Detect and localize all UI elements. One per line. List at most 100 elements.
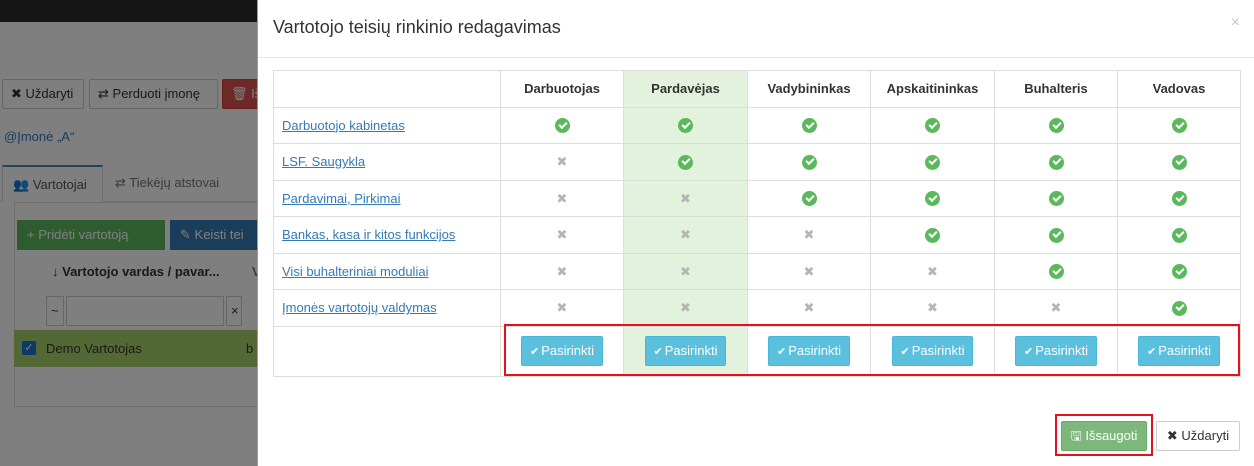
check-circle-icon — [1171, 118, 1187, 134]
check-circle-icon — [554, 118, 570, 134]
permission-cell: ✖ — [500, 179, 624, 217]
permission-cell — [1117, 143, 1241, 181]
permission-cell — [870, 143, 995, 181]
pick-button[interactable]: ✔ Pasirinkti — [521, 336, 603, 366]
column-header: Vadovas — [1117, 70, 1241, 108]
permission-cell — [994, 106, 1118, 144]
module-link[interactable]: LSF. Saugykla — [282, 154, 365, 169]
cancel-button[interactable]: ✖ Uždaryti — [1156, 421, 1240, 451]
permission-cell — [623, 143, 748, 181]
module-name-cell: Bankas, kasa ir kitos funkcijos — [273, 216, 501, 254]
pick-button[interactable]: ✔ Pasirinkti — [1015, 336, 1097, 366]
close-icon[interactable]: × — [1231, 14, 1240, 32]
permission-cell — [1117, 289, 1241, 327]
permission-cell — [870, 216, 995, 254]
permission-cell — [1117, 216, 1241, 254]
permission-cell — [747, 106, 871, 144]
table-row: Darbuotojo kabinetas — [273, 106, 1241, 144]
permission-cell: ✖ — [500, 216, 624, 254]
check-circle-icon — [678, 118, 693, 134]
check-circle-icon — [1171, 264, 1187, 280]
permission-cell — [623, 106, 748, 144]
cross-icon: ✖ — [680, 190, 691, 206]
permission-cell — [1117, 252, 1241, 290]
permission-cell: ✖ — [500, 252, 624, 290]
pick-cell: ✔ Pasirinkti — [500, 325, 624, 377]
header-empty — [273, 70, 501, 108]
column-header: Vadybininkas — [747, 70, 871, 108]
permission-cell: ✖ — [500, 289, 624, 327]
pick-button[interactable]: ✔ Pasirinkti — [891, 336, 974, 366]
check-circle-icon — [925, 227, 940, 243]
pick-button[interactable]: ✔ Pasirinkti — [768, 336, 850, 366]
module-link[interactable]: Bankas, kasa ir kitos funkcijos — [282, 227, 455, 242]
check-icon: ✔ — [530, 346, 540, 358]
pick-label: Pasirinkti — [911, 343, 965, 358]
cross-icon: ✖ — [1050, 300, 1062, 316]
permission-cell: ✖ — [747, 252, 871, 290]
check-circle-icon — [1171, 191, 1187, 207]
module-name-cell: Darbuotojo kabinetas — [273, 106, 501, 144]
column-header: Apskaitininkas — [870, 70, 995, 108]
permission-cell — [994, 143, 1118, 181]
check-circle-icon — [801, 118, 817, 134]
check-circle-icon — [801, 154, 817, 170]
cross-icon: ✖ — [803, 227, 815, 243]
pick-cell: ✔ Pasirinkti — [1117, 325, 1241, 377]
check-circle-icon — [925, 118, 940, 134]
module-link[interactable]: Įmonės vartotojų valdymas — [282, 300, 437, 315]
permission-cell: ✖ — [623, 216, 748, 254]
permission-cell — [1117, 179, 1241, 217]
module-link[interactable]: Pardavimai, Pirkimai — [282, 191, 400, 206]
check-circle-icon — [1048, 118, 1064, 134]
permission-cell: ✖ — [623, 252, 748, 290]
check-circle-icon — [925, 191, 940, 207]
check-circle-icon — [1171, 154, 1187, 170]
module-name-cell: LSF. Saugykla — [273, 143, 501, 181]
permission-cell: ✖ — [623, 179, 748, 217]
cross-icon: ✖ — [680, 263, 691, 279]
cross-icon: ✖ — [556, 263, 568, 279]
permission-cell — [994, 252, 1118, 290]
permission-cell: ✖ — [500, 143, 624, 181]
module-name-cell: Įmonės vartotojų valdymas — [273, 289, 501, 327]
cross-icon: ✖ — [803, 263, 815, 279]
check-circle-icon — [1171, 300, 1187, 316]
permission-cell — [994, 179, 1118, 217]
action-row-empty — [273, 325, 501, 377]
check-circle-icon — [801, 191, 817, 207]
pick-label: Pasirinkti — [788, 343, 841, 358]
check-circle-icon — [925, 154, 940, 170]
module-link[interactable]: Visi buhalteriniai moduliai — [282, 264, 428, 279]
table-row: LSF. Saugykla ✖ — [273, 143, 1241, 181]
module-name-cell: Visi buhalteriniai moduliai — [273, 252, 501, 290]
permissions-table: Darbuotojas Pardavėjas Vadybininkas Apsk… — [273, 70, 1241, 377]
save-button[interactable]: 🖫 Išsaugoti — [1061, 421, 1147, 451]
check-icon: ✔ — [900, 346, 910, 358]
cross-icon: ✖ — [927, 263, 938, 279]
pick-cell: ✔ Pasirinkti — [870, 325, 995, 377]
table-header-row: Darbuotojas Pardavėjas Vadybininkas Apsk… — [273, 70, 1241, 108]
check-circle-icon — [1171, 227, 1187, 243]
pick-cell: ✔ Pasirinkti — [994, 325, 1118, 377]
permission-cell: ✖ — [870, 252, 995, 290]
check-circle-icon — [678, 154, 693, 170]
module-link[interactable]: Darbuotojo kabinetas — [282, 118, 405, 133]
permission-cell — [870, 106, 995, 144]
permission-cell: ✖ — [870, 289, 995, 327]
cross-icon: ✖ — [680, 300, 691, 316]
pick-button[interactable]: ✔ Pasirinkti — [1138, 336, 1220, 366]
table-row: Pardavimai, Pirkimai ✖ ✖ — [273, 179, 1241, 217]
permission-cell — [870, 179, 995, 217]
action-row: ✔ Pasirinkti ✔ Pasirinkti ✔ Pasirinkti ✔ Pasiri… — [273, 325, 1241, 377]
column-header: Darbuotojas — [500, 70, 624, 108]
check-circle-icon — [1048, 227, 1064, 243]
cross-icon: ✖ — [556, 190, 568, 206]
pick-button[interactable]: ✔ Pasirinkti — [644, 336, 727, 366]
pick-cell: ✔ Pasirinkti — [623, 325, 748, 377]
close-icon: ✖ — [1166, 428, 1178, 443]
cross-icon: ✖ — [556, 300, 568, 316]
check-circle-icon — [1048, 191, 1064, 207]
check-circle-icon — [1048, 154, 1064, 170]
check-circle-icon — [1048, 264, 1064, 280]
